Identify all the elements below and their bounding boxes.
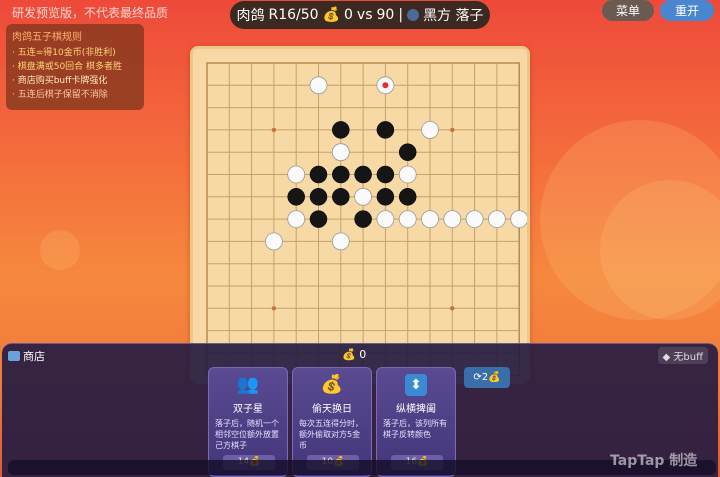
white-stone	[287, 165, 306, 184]
shop-header: 商店	[8, 348, 45, 364]
black-stone	[332, 165, 350, 184]
black-stone	[398, 143, 417, 161]
preview-watermark: 研发预览版，不代表最终品质	[12, 6, 169, 20]
vs-label: vs	[356, 7, 373, 23]
rule-line: · 五连后棋子保留不消除	[12, 90, 108, 100]
status-bar: 肉鸽 R16/50 💰 0 vs 90 | 黑方 落子	[230, 1, 490, 29]
last-move-marker	[382, 82, 389, 89]
shop-gold: 💰 0	[342, 348, 366, 361]
rules-title: 肉鸽五子棋规则	[12, 32, 82, 43]
shop-icon	[8, 351, 20, 361]
card-name: 纵横捭阖	[396, 404, 436, 415]
black-stone	[332, 121, 350, 139]
star-point	[450, 127, 455, 133]
star-point	[450, 306, 455, 311]
black-stone	[309, 210, 328, 228]
black-stone	[376, 188, 395, 206]
black-stone	[309, 188, 328, 206]
score-right: 90	[376, 7, 395, 23]
score-left: 0	[344, 7, 353, 23]
turn-text: 黑方 落子	[423, 8, 484, 24]
mode-label: 肉鸽	[236, 8, 265, 24]
black-stone	[398, 188, 417, 206]
black-stone	[287, 188, 305, 206]
white-stone	[376, 210, 395, 229]
board-grid[interactable]	[193, 49, 527, 381]
buff-icon: ◆	[662, 352, 671, 363]
bokeh-circle	[540, 120, 720, 320]
buff-status: ◆ 无buff	[657, 347, 708, 364]
white-stone	[487, 210, 506, 229]
card-desc: 每次五连得分时，额外偷取对方5金币	[299, 419, 363, 450]
rule-line: · 棋盘满或50回合 棋多者胜	[12, 62, 123, 72]
white-stone	[510, 210, 527, 228]
white-stone	[443, 210, 462, 229]
card-name: 双子星	[233, 404, 263, 415]
taptap-logo: TapTap 制造	[610, 453, 698, 469]
gold-icon: 💰	[322, 7, 340, 23]
refresh-shop-button[interactable]: ⟳2💰	[464, 367, 510, 388]
card-desc: 落子后，该列所有棋子反转颜色	[383, 419, 447, 439]
refresh-icon: ⟳	[473, 372, 482, 383]
black-stone	[309, 165, 328, 184]
card-name: 偷天换日	[312, 404, 352, 415]
game-board[interactable]	[190, 46, 530, 384]
turn-stone-icon	[407, 9, 420, 21]
black-stone	[376, 165, 395, 184]
white-stone	[421, 210, 439, 229]
white-stone	[331, 232, 350, 251]
buff-text: 无buff	[673, 352, 703, 363]
twins-icon: 👥	[236, 374, 260, 395]
white-stone	[265, 232, 283, 251]
black-stone	[332, 188, 350, 206]
white-stone	[331, 143, 350, 162]
bokeh-circle	[600, 180, 720, 320]
rules-panel: 肉鸽五子棋规则 · 五连=得10金币(非胜利) · 棋盘满或50回合 棋多者胜 …	[6, 24, 144, 110]
card-desc: 落子后，随机一个相邻空位额外放置己方棋子	[215, 419, 279, 450]
round-counter: R16/50	[268, 7, 319, 23]
rule-line: · 商店购买buff卡牌强化	[12, 76, 108, 86]
separator: |	[398, 7, 404, 23]
shop-title: 商店	[23, 350, 45, 363]
restart-button[interactable]: 重开	[660, 0, 714, 21]
white-stone	[465, 210, 484, 229]
shop-gold-value: 0	[359, 348, 367, 361]
star-point	[271, 306, 277, 311]
up-down-arrow-icon: ⬍	[405, 374, 427, 396]
white-stone	[398, 210, 417, 229]
menu-button[interactable]: 菜单	[602, 0, 654, 21]
black-stone	[354, 165, 372, 184]
white-stone	[309, 76, 328, 95]
money-bag-icon: 💰	[320, 374, 344, 395]
white-stone	[421, 121, 439, 139]
white-stone	[398, 165, 417, 184]
bokeh-circle	[40, 230, 80, 270]
rule-line: · 五连=得10金币(非胜利)	[12, 48, 116, 58]
star-point	[271, 127, 277, 133]
gold-icon: 💰	[488, 372, 501, 383]
white-stone	[354, 187, 373, 206]
black-stone	[354, 210, 372, 228]
gold-icon: 💰	[342, 348, 356, 361]
white-stone	[287, 210, 306, 229]
black-stone	[376, 121, 395, 139]
